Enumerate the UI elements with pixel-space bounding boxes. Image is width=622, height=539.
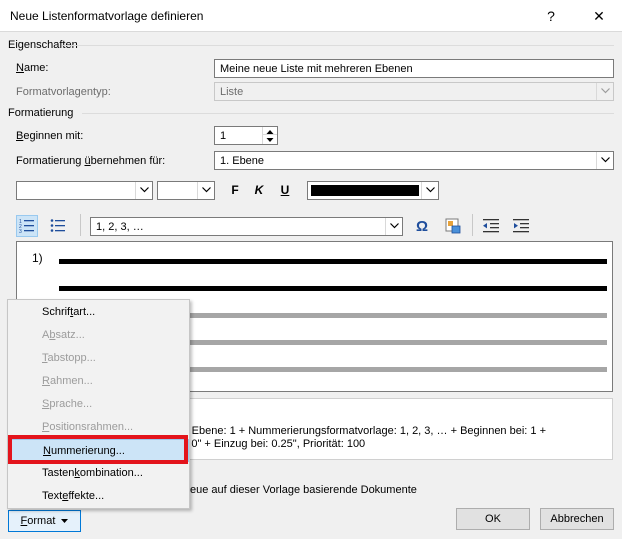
chevron-down-icon[interactable] — [135, 182, 152, 199]
numbered-list-icon: 1 2 3 — [19, 219, 34, 235]
divider — [80, 214, 81, 236]
font-color-select[interactable] — [307, 181, 439, 200]
name-input-value: Meine neue Liste mit mehreren Ebenen — [220, 63, 413, 75]
highlight-box — [8, 435, 188, 464]
description-text: g + Ebene: 1 + Nummerierungsformatvorlag… — [173, 425, 613, 451]
numbered-list-button[interactable]: 1 2 3 — [16, 215, 38, 237]
chevron-down-icon[interactable] — [421, 182, 438, 199]
title-bar: Neue Listenformatvorlage definieren ? ✕ — [0, 0, 622, 32]
start-stepper-value: 1 — [220, 130, 227, 142]
cancel-button[interactable]: Abbrechen — [540, 508, 614, 530]
preview-number: 1) — [32, 251, 43, 265]
new-documents-option-label[interactable]: eue auf dieser Vorlage basierende Dokume… — [190, 484, 417, 496]
menu-item-language: Sprache... — [42, 398, 93, 410]
start-label: Beginnen mit: — [16, 130, 84, 142]
omega-icon: Ω — [415, 217, 429, 235]
decrease-indent-icon — [483, 219, 499, 233]
menu-item-tabs: Tabstopp... — [42, 352, 96, 364]
type-label: Formatvorlagentyp: — [16, 86, 111, 98]
close-icon: ✕ — [593, 8, 605, 24]
increase-indent-button[interactable] — [511, 216, 533, 236]
chevron-down-icon[interactable] — [385, 218, 402, 235]
format-button[interactable]: Format — [8, 510, 81, 532]
font-size-select[interactable] — [157, 181, 215, 200]
apply-select[interactable]: 1. Ebene — [214, 151, 614, 170]
italic-button[interactable]: K — [248, 180, 270, 200]
underline-button[interactable]: U — [274, 180, 296, 200]
insert-picture-button[interactable] — [443, 216, 465, 236]
divider — [62, 45, 614, 46]
divider — [472, 214, 473, 236]
dialog-title: Neue Listenformatvorlage definieren — [10, 9, 204, 23]
name-input[interactable]: Meine neue Liste mit mehreren Ebenen — [214, 59, 614, 78]
format-button-label: Format — [20, 515, 56, 527]
type-select: Liste — [214, 82, 614, 101]
increase-indent-icon — [513, 219, 529, 233]
number-format-value: 1, 2, 3, … — [96, 221, 144, 233]
picture-icon — [445, 218, 461, 234]
type-select-value: Liste — [220, 86, 244, 98]
menu-item-borders: Rahmen... — [42, 375, 93, 387]
apply-select-value: 1. Ebene — [220, 155, 265, 167]
decrease-indent-button[interactable] — [481, 216, 503, 236]
chevron-down-icon[interactable] — [197, 182, 214, 199]
description-line: g + Ebene: 1 + Nummerierungsformatvorlag… — [173, 425, 546, 437]
section-formatting: Formatierung — [8, 107, 74, 119]
number-format-select[interactable]: 1, 2, 3, … — [90, 217, 403, 236]
chevron-down-icon — [596, 83, 613, 100]
close-button[interactable]: ✕ — [589, 6, 609, 26]
preview-line — [59, 259, 607, 264]
spin-up-icon[interactable] — [263, 127, 277, 135]
menu-item-font[interactable]: Schriftart... — [9, 301, 189, 324]
menu-item-shortcut[interactable]: Tastenkombination... — [9, 462, 189, 485]
apply-label: Formatierung übernehmen für: — [16, 155, 166, 167]
chevron-down-icon[interactable] — [596, 152, 613, 169]
bold-button[interactable]: F — [224, 180, 246, 200]
bulleted-list-icon — [50, 219, 65, 232]
spin-buttons[interactable] — [262, 127, 277, 144]
font-name-select[interactable] — [16, 181, 153, 200]
bulleted-list-button[interactable] — [47, 215, 69, 237]
help-button[interactable]: ? — [541, 6, 561, 26]
menu-item-paragraph: Absatz... — [42, 329, 85, 341]
name-label: Name: — [16, 62, 49, 74]
menu-item-text-effects[interactable]: Texteffekte... — [9, 485, 189, 508]
start-stepper[interactable]: 1 — [214, 126, 278, 145]
ok-button[interactable]: OK — [456, 508, 530, 530]
preview-line — [59, 286, 607, 291]
spin-down-icon[interactable] — [263, 135, 277, 143]
font-color-swatch — [311, 185, 419, 196]
svg-text:3: 3 — [19, 229, 22, 235]
description-line: an: 0" + Einzug bei: 0.25", Priorität: 1… — [173, 438, 366, 450]
insert-symbol-button[interactable]: Ω — [411, 216, 433, 236]
caret-down-icon — [61, 519, 69, 524]
format-menu: Schriftart... Absatz... Tabstopp... Rahm… — [7, 299, 190, 509]
divider — [82, 113, 614, 114]
